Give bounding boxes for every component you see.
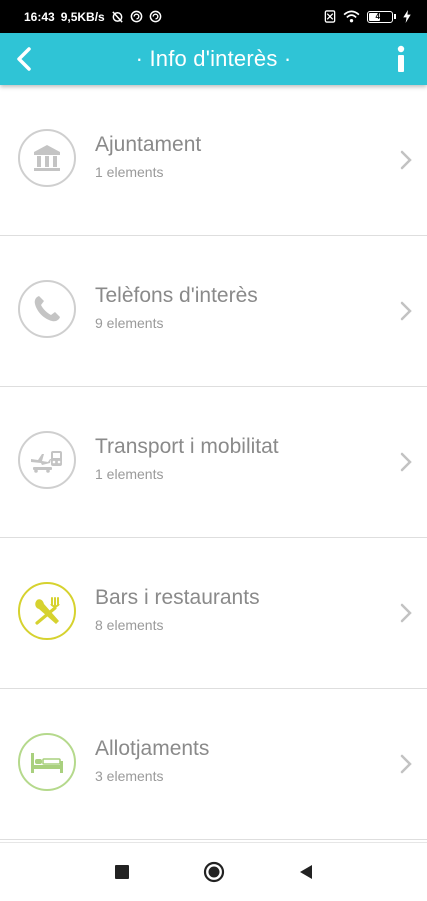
transport-icon bbox=[31, 451, 62, 473]
item-text: Transport i mobilitat 1 elements bbox=[95, 435, 279, 482]
chevron-right-icon bbox=[400, 301, 412, 321]
battery-level: 46 bbox=[375, 11, 385, 21]
item-title: Ajuntament bbox=[95, 133, 202, 156]
battery-icon: 46 bbox=[367, 10, 393, 23]
page-title: · Info d'interès · bbox=[135, 46, 292, 71]
back-nav-button[interactable] bbox=[292, 858, 320, 886]
bed-icon bbox=[31, 753, 63, 773]
item-title: Bars i restaurants bbox=[95, 586, 260, 609]
sync-icon-2 bbox=[149, 10, 162, 23]
item-icon-circle bbox=[18, 582, 76, 640]
back-button[interactable] bbox=[6, 41, 42, 77]
wifi-icon bbox=[343, 10, 360, 23]
chevron-left-icon bbox=[17, 47, 31, 71]
info-button[interactable] bbox=[383, 41, 419, 77]
restaurant-icon bbox=[35, 597, 60, 625]
phone-icon bbox=[34, 296, 60, 322]
item-icon-circle bbox=[18, 733, 76, 791]
status-left: 16:43 9,5KB/s bbox=[24, 10, 162, 24]
list-item-bars-restaurants[interactable]: Bars i restaurants 8 elements bbox=[0, 538, 427, 689]
status-right: 46 bbox=[324, 10, 411, 23]
item-text: Allotjaments 3 elements bbox=[95, 737, 209, 784]
chevron-right-icon bbox=[400, 754, 412, 774]
sync-icon bbox=[130, 10, 143, 23]
system-nav-bar bbox=[0, 842, 427, 901]
category-list: Ajuntament 1 elements Telèfons d'interès… bbox=[0, 85, 427, 840]
item-count: 1 elements bbox=[95, 466, 164, 483]
item-icon-circle bbox=[18, 129, 76, 187]
item-text: Bars i restaurants 8 elements bbox=[95, 586, 260, 633]
list-item-ajuntament[interactable]: Ajuntament 1 elements bbox=[0, 85, 427, 236]
item-count: 9 elements bbox=[95, 315, 164, 332]
chevron-right-icon bbox=[400, 150, 412, 170]
circle-icon bbox=[203, 861, 224, 883]
item-count: 3 elements bbox=[95, 768, 164, 785]
item-title: Allotjaments bbox=[95, 737, 210, 760]
network-speed: 9,5KB/s bbox=[60, 9, 105, 24]
item-title: Telèfons d'interès bbox=[95, 284, 258, 307]
alarm-off-icon bbox=[111, 10, 124, 23]
square-icon bbox=[114, 865, 129, 879]
status-bar: 16:43 9,5KB/s 46 bbox=[0, 0, 427, 33]
list-item-telefons[interactable]: Telèfons d'interès 9 elements bbox=[0, 236, 427, 387]
list-item-transport[interactable]: Transport i mobilitat 1 elements bbox=[0, 387, 427, 538]
info-icon bbox=[397, 45, 405, 72]
status-time: 16:43 bbox=[24, 9, 55, 24]
item-text: Ajuntament 1 elements bbox=[95, 133, 201, 180]
chevron-right-icon bbox=[400, 452, 412, 472]
app-bar: · Info d'interès · bbox=[0, 33, 427, 85]
item-count: 8 elements bbox=[95, 617, 164, 634]
battery-tip bbox=[394, 14, 396, 19]
chevron-right-icon bbox=[400, 603, 412, 623]
sim-off-icon bbox=[324, 10, 336, 23]
charging-icon bbox=[403, 10, 411, 23]
item-count: 1 elements bbox=[95, 164, 164, 181]
list-item-allotjaments[interactable]: Allotjaments 3 elements bbox=[0, 689, 427, 840]
item-icon-circle bbox=[18, 431, 76, 489]
recents-button[interactable] bbox=[108, 858, 136, 886]
town-hall-icon bbox=[34, 145, 60, 171]
item-text: Telèfons d'interès 9 elements bbox=[95, 284, 258, 331]
item-icon-circle bbox=[18, 280, 76, 338]
home-button[interactable] bbox=[200, 858, 228, 886]
triangle-back-icon bbox=[299, 865, 312, 879]
item-title: Transport i mobilitat bbox=[95, 435, 279, 458]
